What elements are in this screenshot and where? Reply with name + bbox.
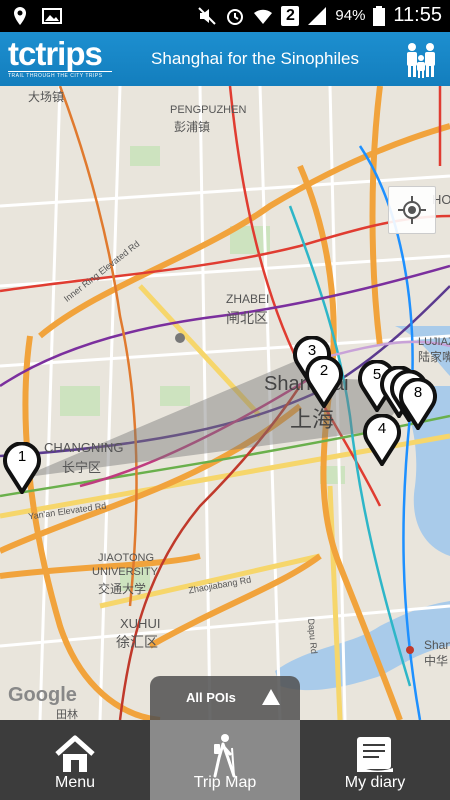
map-label: PENGPUZHEN [170, 104, 247, 116]
bottom-nav: Menu Trip Map My diary [0, 720, 450, 800]
crosshair-icon [398, 196, 426, 224]
image-icon [42, 8, 62, 24]
poi-filter-dropdown[interactable]: All POIs [150, 676, 300, 720]
trip-map[interactable]: 大场镇 PENGPUZHEN 彭浦镇 ZHABEI 闸北区 Shanghai 上… [0, 86, 450, 720]
map-pin[interactable]: 1 [3, 442, 41, 494]
map-pin[interactable]: 8 [399, 378, 437, 430]
map-label: 闸北区 [226, 310, 268, 326]
alarm-icon [227, 8, 244, 25]
map-pin[interactable]: 4 [363, 414, 401, 466]
map-label: 田林 [56, 709, 78, 720]
hiker-icon [213, 734, 236, 778]
map-label: ZHABEI [226, 292, 270, 306]
notification-badge: 2 [281, 5, 300, 26]
poi-filter-label: All POIs [186, 690, 236, 705]
battery-percent: 94% [335, 7, 366, 24]
map-label: Shan [424, 638, 450, 652]
wifi-icon [254, 9, 273, 24]
battery-icon [373, 5, 386, 26]
app-header: tctrips TRAIL THROUGH THE CITY TRIPS Sha… [0, 32, 450, 86]
signal-icon [308, 6, 327, 25]
tab-trip-map[interactable]: Trip Map [150, 720, 300, 800]
arrow-up-icon [262, 689, 280, 705]
map-label: 徐汇区 [116, 634, 158, 650]
map-label: CHANGNING [44, 440, 124, 455]
status-bar: 2 94% 11:55 [0, 0, 450, 32]
map-label: JIAOTONG [98, 552, 155, 564]
tab-my-diary[interactable]: My diary [300, 720, 450, 800]
tab-menu[interactable]: Menu [0, 720, 150, 800]
google-logo: Google [8, 684, 77, 706]
map-label: LUJIAZ [418, 336, 450, 348]
clock: 11:55 [393, 4, 442, 26]
map-label: 中华 [424, 654, 449, 668]
map-label: XUHUI [120, 616, 161, 631]
mute-icon [198, 6, 217, 25]
map-label: 长宁区 [62, 460, 102, 475]
map-label: 交通大学 [98, 582, 147, 596]
location-icon [14, 7, 26, 25]
tctrips-logo[interactable]: tctrips TRAIL THROUGH THE CITY TRIPS [8, 37, 112, 79]
group-people-icon[interactable] [402, 40, 440, 78]
map-label: 彭浦镇 [174, 120, 211, 134]
map-label: UNIVERSITY [92, 566, 159, 578]
map-label: 大场镇 [28, 90, 65, 104]
map-label: 陆家嘴 [418, 350, 450, 364]
page-title: Shanghai for the Sinophiles [151, 49, 359, 68]
diary-icon [357, 737, 393, 772]
home-icon [55, 735, 95, 772]
map-pin[interactable]: 2 [305, 356, 343, 408]
my-location-button[interactable] [388, 186, 436, 234]
